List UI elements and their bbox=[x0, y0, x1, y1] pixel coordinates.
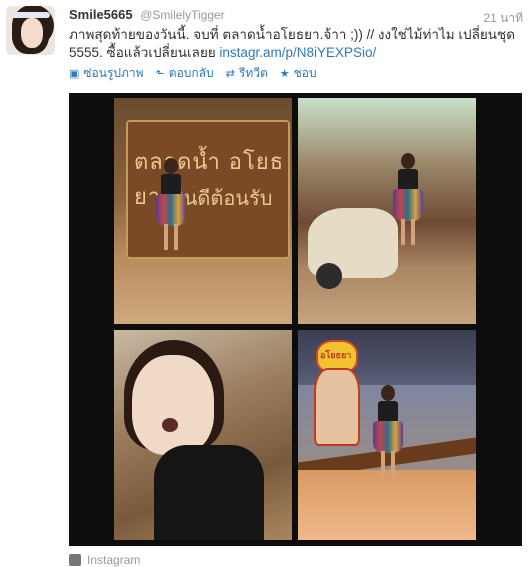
hide-photo-button[interactable]: ▣ ซ่อนรูปภาพ bbox=[69, 64, 144, 83]
photo-panel-selfie bbox=[114, 330, 292, 540]
selfie-face bbox=[132, 355, 214, 455]
instagram-icon bbox=[69, 554, 81, 566]
user-handle[interactable]: @SmilelyTigger bbox=[140, 8, 224, 22]
photo-panel-river: อโยธยา bbox=[298, 330, 476, 540]
star-icon: ★ bbox=[279, 68, 290, 80]
source-footer: Instagram bbox=[69, 553, 140, 567]
photo-panel-scooter bbox=[298, 98, 476, 324]
tweet-header: Smile5665 @SmilelyTigger bbox=[69, 7, 225, 22]
reply-button[interactable]: ⬑ ตอบกลับ bbox=[156, 64, 214, 83]
retweet-label: รีทวีต bbox=[238, 66, 268, 80]
tweet-text: ภาพสุดท้ายของวันนี้. จบที่ ตลาดน้ำอโยธยา… bbox=[69, 26, 519, 62]
sign-text-line2: ยินดีต้อนรับ bbox=[172, 186, 273, 210]
favorite-button[interactable]: ★ ชอบ bbox=[280, 64, 317, 83]
reply-icon: ⬑ bbox=[155, 68, 165, 80]
cow-statue: อโยธยา bbox=[314, 340, 360, 450]
photo-icon: ▣ bbox=[69, 68, 80, 80]
photo-panel-sign: ตลาดน้ำ อโยธยา ยินดีต้อนรับ bbox=[114, 98, 292, 324]
selfie-mouth bbox=[162, 418, 178, 432]
hide-photo-label: ซ่อนรูปภาพ bbox=[83, 66, 144, 80]
tweet-actions: ▣ ซ่อนรูปภาพ ⬑ ตอบกลับ ⇄ รีทวีต ★ ชอบ bbox=[69, 64, 317, 83]
favorite-label: ชอบ bbox=[293, 66, 317, 80]
user-name[interactable]: Smile5665 bbox=[69, 7, 133, 22]
tweet-link[interactable]: instagr.am/p/N8iYEXPSio/ bbox=[219, 45, 376, 60]
instagram-photo[interactable]: ตลาดน้ำ อโยธยา ยินดีต้อนรับ อโยธยา bbox=[69, 93, 522, 546]
source-label[interactable]: Instagram bbox=[87, 553, 140, 567]
wooden-deck bbox=[298, 470, 476, 540]
selfie-body bbox=[154, 445, 264, 540]
avatar-face bbox=[21, 18, 43, 48]
avatar[interactable] bbox=[6, 6, 55, 55]
scooter-wheel bbox=[316, 263, 342, 289]
market-sign: ตลาดน้ำ อโยธยา ยินดีต้อนรับ bbox=[126, 120, 290, 259]
tweet: Smile5665 @SmilelyTigger 21 นาที ภาพสุดท… bbox=[0, 0, 529, 567]
retweet-button[interactable]: ⇄ รีทวีต bbox=[226, 64, 268, 83]
cow-label: อโยธยา bbox=[320, 351, 352, 361]
avatar-headband bbox=[10, 12, 50, 18]
reply-label: ตอบกลับ bbox=[168, 66, 214, 80]
retweet-icon: ⇄ bbox=[225, 68, 235, 80]
